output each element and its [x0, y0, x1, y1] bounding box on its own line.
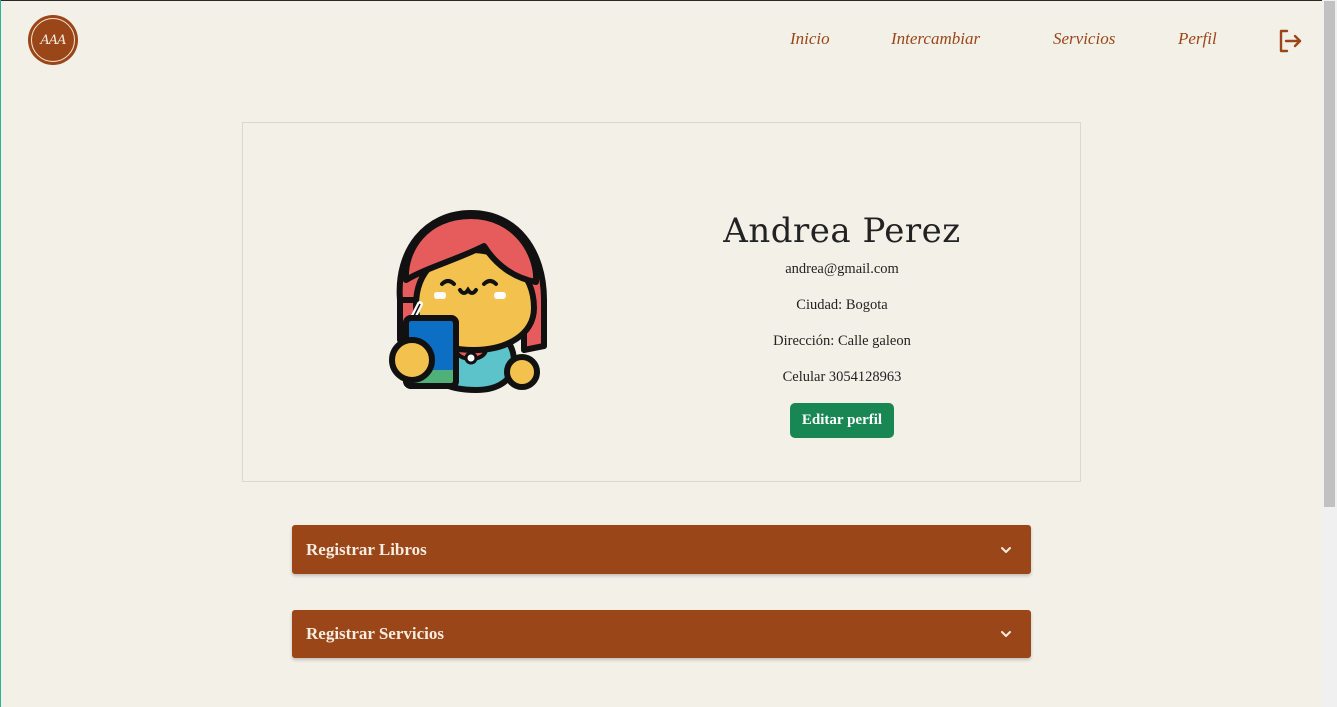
logo[interactable]: AAA [28, 15, 78, 65]
profile-email: andrea@gmail.com [785, 261, 899, 277]
accordion-label: Registrar Libros [306, 539, 427, 559]
chevron-down-icon [1001, 546, 1011, 553]
logo-text: AAA [31, 18, 75, 62]
window-top-border [0, 0, 1337, 1]
edit-profile-button[interactable]: Editar perfil [789, 403, 895, 438]
avatar [386, 210, 548, 394]
profile-info: Andrea Perez andrea@gmail.com Ciudad: Bo… [700, 208, 984, 438]
profile-city: Ciudad: Bogota [796, 297, 888, 313]
chevron-down-icon [1001, 631, 1011, 637]
scrollbar[interactable] [1322, 0, 1337, 707]
accordion-registrar-servicios[interactable]: Registrar Servicios [292, 610, 1031, 658]
nav-link-inicio[interactable]: Inicio [790, 29, 830, 49]
accordion-registrar-libros[interactable]: Registrar Libros [292, 525, 1031, 574]
nav-link-perfil[interactable]: Perfil [1178, 29, 1217, 49]
window-left-border [0, 0, 1, 707]
profile-phone: Celular 3054128963 [782, 369, 902, 385]
scrollbar-thumb[interactable] [1324, 1, 1335, 507]
logout-icon[interactable] [1277, 28, 1303, 54]
profile-address: Dirección: Calle galeon [773, 333, 911, 349]
profile-name: Andrea Perez [723, 211, 961, 251]
nav-link-intercambiar[interactable]: Intercambiar [891, 29, 980, 49]
nav-link-servicios[interactable]: Servicios [1053, 29, 1115, 49]
accordion-label: Registrar Servicios [306, 624, 445, 643]
